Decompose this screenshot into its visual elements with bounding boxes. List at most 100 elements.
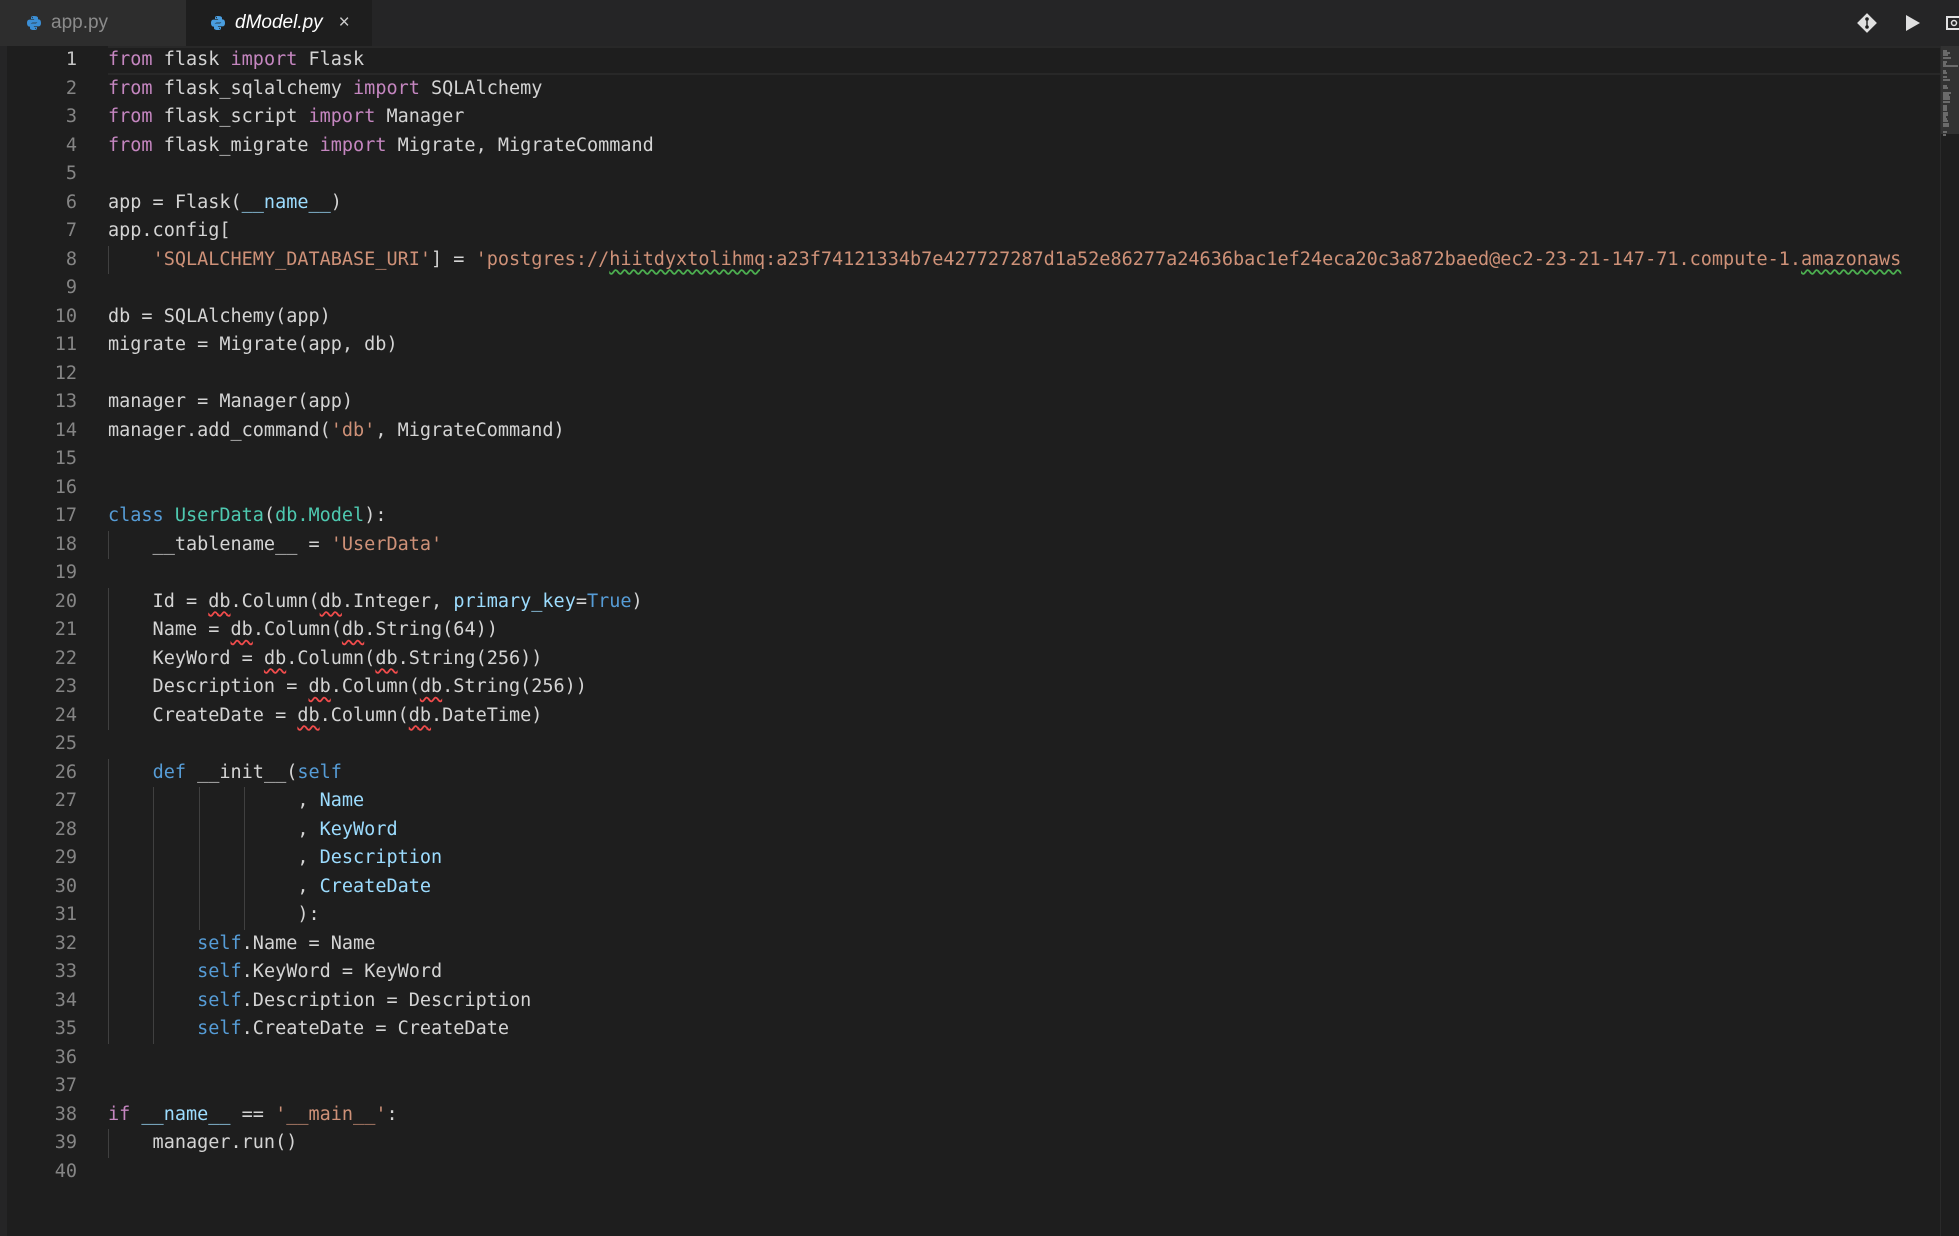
line-number: 25	[54, 733, 77, 754]
code-line[interactable]	[108, 1158, 1940, 1187]
code-line[interactable]	[108, 445, 1940, 474]
line-number: 10	[54, 305, 77, 327]
code-token: flask_sqlalchemy	[152, 77, 354, 99]
code-area[interactable]: from flask import Flask from flask_sqlalc…	[108, 46, 1940, 1186]
indent-guide	[108, 872, 109, 901]
code-line[interactable]: self.CreateDate = CreateDate	[108, 1015, 1940, 1044]
code-line[interactable]: self.Name = Name	[108, 929, 1940, 958]
indent-guide	[198, 844, 200, 873]
tab-app-py[interactable]: app.py	[0, 0, 186, 46]
line-number: 21	[54, 619, 77, 640]
code-token: .DateTime)	[431, 704, 543, 726]
code-token: CreateDate	[319, 875, 432, 897]
indent-guide	[108, 929, 109, 958]
code-line[interactable]	[108, 474, 1940, 503]
code-line[interactable]	[108, 1072, 1940, 1101]
code-line[interactable]: self.KeyWord = KeyWord	[108, 958, 1940, 987]
code-line[interactable]: if __name__ == '__main__':	[108, 1101, 1940, 1130]
code-line[interactable]	[108, 274, 1940, 303]
line-number: 17	[54, 505, 77, 526]
code-token: Description =	[108, 676, 309, 697]
indent-guide	[153, 787, 155, 816]
code-token: app = Flask(	[108, 191, 242, 213]
code-line[interactable]: migrate = Migrate(app, db)	[108, 331, 1940, 360]
python-file-icon	[26, 15, 42, 31]
code-line[interactable]	[108, 730, 1940, 759]
code-token: if	[108, 1103, 131, 1125]
code-token: (	[263, 505, 276, 526]
code-line[interactable]: Id = db.Column(db.Integer, primary_key=T…	[108, 587, 1940, 616]
code-line[interactable]: from flask import Flask	[108, 46, 1940, 75]
code-editor[interactable]: 1 2 3 4 5 6 7 8 9 10 11 12 13 14 15 16 17 18 19 20 21 22 23 24 2…	[0, 46, 1959, 1236]
indent-guide	[108, 1015, 109, 1044]
code-line[interactable]: db = SQLAlchemy(app)	[108, 303, 1940, 332]
code-token: from	[108, 134, 153, 156]
code-line[interactable]: class UserData(db.Model):	[108, 502, 1940, 531]
line-number: 35	[54, 1018, 77, 1039]
code-token: from	[108, 49, 153, 70]
code-line[interactable]: , Name	[108, 787, 1940, 816]
indent-guide	[108, 815, 109, 844]
code-line[interactable]: def __init__(self	[108, 758, 1940, 787]
code-line[interactable]: , Description	[108, 844, 1940, 873]
line-number: 1	[65, 49, 77, 70]
code-line[interactable]: , KeyWord	[108, 815, 1940, 844]
code-token: SQLAlchemy	[419, 77, 543, 99]
code-line[interactable]: self.Description = Description	[108, 986, 1940, 1015]
code-line[interactable]: app.config[	[108, 217, 1940, 246]
minimap[interactable]	[1940, 46, 1959, 1236]
code-token: ):	[364, 505, 387, 526]
code-token: KeyWord =	[108, 647, 264, 669]
minimap-line	[1943, 78, 1950, 81]
tab-dmodel-py[interactable]: dModel.py ×	[186, 0, 372, 46]
line-number: 22	[54, 647, 77, 669]
code-token: import	[353, 77, 420, 99]
code-token: Manager	[375, 106, 465, 127]
code-line[interactable]	[108, 559, 1940, 588]
code-token: =	[575, 590, 587, 612]
line-number: 40	[54, 1160, 77, 1182]
minimap-line	[1943, 72, 1948, 74]
indent-guide	[108, 673, 109, 702]
code-line[interactable]: from flask_script import Manager	[108, 103, 1940, 132]
code-token: db	[375, 647, 398, 669]
code-line[interactable]: Name = db.Column(db.String(64))	[108, 616, 1940, 645]
code-line[interactable]: app = Flask(__name__)	[108, 189, 1940, 218]
code-line[interactable]: from flask_migrate import Migrate, Migra…	[108, 132, 1940, 161]
code-token: ):	[108, 904, 320, 925]
code-line[interactable]: __tablename__ = 'UserData'	[108, 530, 1940, 559]
code-line[interactable]: KeyWord = db.Column(db.String(256))	[108, 644, 1940, 673]
code-token: .String(256))	[397, 647, 543, 669]
indent-guide	[244, 872, 246, 901]
code-line[interactable]: manager = Manager(app)	[108, 388, 1940, 417]
git-compare-icon[interactable]	[1855, 11, 1879, 35]
tab-label: app.py	[51, 12, 109, 33]
minimap-line	[1943, 56, 1952, 59]
indent-guide	[244, 815, 246, 844]
code-line[interactable]	[108, 160, 1940, 189]
line-number: 28	[54, 818, 77, 840]
line-number: 30	[54, 875, 77, 897]
code-token: flask_script	[152, 106, 309, 127]
code-line[interactable]: , CreateDate	[108, 872, 1940, 901]
line-number: 34	[54, 989, 77, 1011]
code-line[interactable]: manager.add_command('db', MigrateCommand…	[108, 417, 1940, 446]
code-line[interactable]	[108, 360, 1940, 389]
indent-guide	[108, 1129, 109, 1158]
code-token: .Description = Description	[241, 989, 532, 1011]
code-line[interactable]: ):	[108, 901, 1940, 930]
split-editor-icon[interactable]	[1945, 12, 1959, 34]
editor-actions	[1855, 0, 1959, 46]
code-line[interactable]: from flask_sqlalchemy import SQLAlchemy	[108, 75, 1940, 104]
run-icon[interactable]	[1901, 12, 1923, 34]
code-line[interactable]: CreateDate = db.Column(db.DateTime)	[108, 701, 1940, 730]
close-icon[interactable]: ×	[339, 12, 350, 34]
code-token: flask_migrate	[152, 134, 320, 156]
indent-guide	[198, 787, 200, 816]
code-line[interactable]	[108, 1044, 1940, 1073]
code-line[interactable]: manager.run()	[108, 1129, 1940, 1158]
line-number: 4	[65, 134, 77, 156]
code-line[interactable]: Description = db.Column(db.String(256))	[108, 673, 1940, 702]
code-line[interactable]: 'SQLALCHEMY_DATABASE_URI'] = 'postgres:/…	[108, 245, 1940, 274]
